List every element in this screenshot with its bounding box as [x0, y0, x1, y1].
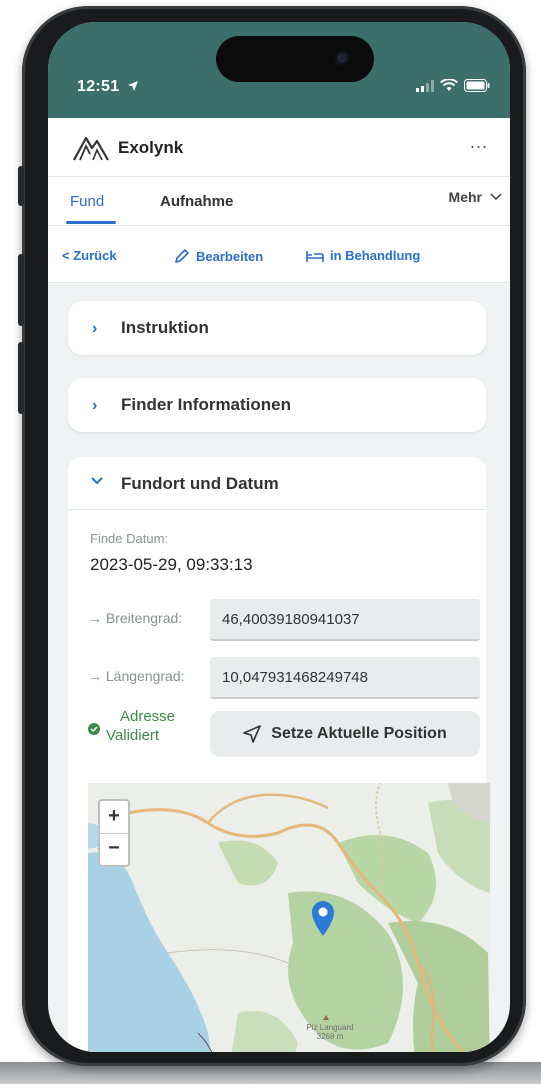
- status-time-text: 12:51: [77, 78, 120, 95]
- dynamic-island: [216, 36, 374, 82]
- battery-icon: [464, 79, 490, 92]
- tab-more-dropdown[interactable]: Mehr: [449, 189, 502, 205]
- bed-icon: [306, 250, 324, 262]
- validated-line-1: Adresse: [120, 708, 176, 725]
- address-validated-status: Adresse Validiert: [88, 707, 175, 745]
- date-value: 2023-05-29, 09:33:13: [90, 555, 253, 574]
- camera-icon: [334, 50, 350, 66]
- section-title: Fundort und Datum: [121, 474, 279, 493]
- tab-more-label: Mehr: [448, 189, 482, 205]
- signal-icon: [416, 80, 434, 92]
- longitude-value: 10,047931468249748: [222, 669, 368, 686]
- latitude-label: → Breitengrad:: [88, 610, 183, 626]
- tab-bar: Fund Aufnahme Mehr: [48, 177, 510, 226]
- in-behandlung-label: in Behandlung: [330, 248, 421, 263]
- status-bar: 12:51: [48, 22, 510, 118]
- map-peak-elevation: 3268 m: [316, 1032, 344, 1041]
- side-button-volume-down: [18, 342, 24, 414]
- side-button-volume-up: [18, 254, 24, 326]
- validated-text: Adresse Validiert: [106, 707, 175, 745]
- chevron-down-icon: [91, 477, 103, 485]
- panel-instruktion[interactable]: › Instruktion: [68, 301, 486, 355]
- app-title: Exolynk: [118, 138, 184, 157]
- panel-finder-informationen[interactable]: › Finder Informationen: [68, 378, 486, 432]
- in-behandlung-button[interactable]: in Behandlung: [306, 248, 420, 263]
- map-zoom-control: + −: [98, 799, 130, 867]
- chevron-right-icon: ›: [92, 320, 98, 337]
- validated-line-2: Validiert: [106, 727, 160, 744]
- panel-instruktion-title: Instruktion: [121, 318, 209, 337]
- chevron-down-icon: [490, 193, 502, 201]
- wifi-icon: [440, 79, 458, 91]
- set-current-position-button[interactable]: Setze Aktuelle Position: [210, 711, 480, 757]
- set-position-label: Setze Aktuelle Position: [271, 725, 447, 742]
- check-circle-icon: [88, 723, 100, 735]
- tab-active-indicator: [66, 221, 116, 224]
- chevron-right-icon: ›: [92, 397, 98, 414]
- map-peak-label: Piz Languard 3268 m: [300, 1023, 360, 1041]
- longitude-field[interactable]: 10,047931468249748: [210, 657, 480, 699]
- zoom-in-button[interactable]: +: [100, 801, 128, 834]
- location-arrow-icon: [128, 81, 139, 91]
- edit-button[interactable]: Bearbeiten: [174, 248, 263, 264]
- section-fundort-und-datum: Fundort und Datum Finde Datum: 2023-05-2…: [68, 457, 490, 1052]
- map-peak-name: Piz Languard: [306, 1023, 354, 1032]
- tab-aufnahme[interactable]: Aufnahme: [160, 193, 233, 210]
- status-time: 12:51: [77, 78, 139, 96]
- map-tiles: [88, 783, 490, 1052]
- longitude-label: → Längengrad:: [88, 668, 185, 684]
- pencil-icon: [175, 249, 189, 263]
- panel-finder-title: Finder Informationen: [121, 395, 291, 414]
- date-label: Finde Datum:: [90, 531, 169, 546]
- tab-fund[interactable]: Fund: [70, 193, 104, 210]
- status-icons: [416, 79, 490, 92]
- more-menu-button[interactable]: ...: [470, 132, 488, 153]
- app-header: Exolynk ...: [48, 118, 510, 177]
- phone-screen: 12:51 Exolynk ... Fund Aufnahme Mehr < Z…: [48, 22, 510, 1052]
- action-toolbar: < Zurück Bearbeiten in Behandlung: [48, 226, 510, 283]
- mountain-logo-icon: [73, 136, 109, 161]
- section-header[interactable]: Fundort und Datum: [68, 457, 486, 510]
- latitude-field[interactable]: 46,40039180941037: [210, 599, 480, 641]
- navigation-icon: [243, 725, 262, 743]
- back-button[interactable]: < Zurück: [62, 248, 117, 263]
- latitude-value: 46,40039180941037: [222, 611, 360, 628]
- edit-button-label: Bearbeiten: [196, 248, 264, 264]
- map-view[interactable]: + − Piz Languard 3268 m: [88, 783, 490, 1052]
- map-pin-icon: [312, 901, 334, 936]
- zoom-out-button[interactable]: −: [100, 833, 128, 865]
- back-button-label: < Zurück: [62, 248, 117, 263]
- side-button-silent: [18, 166, 24, 206]
